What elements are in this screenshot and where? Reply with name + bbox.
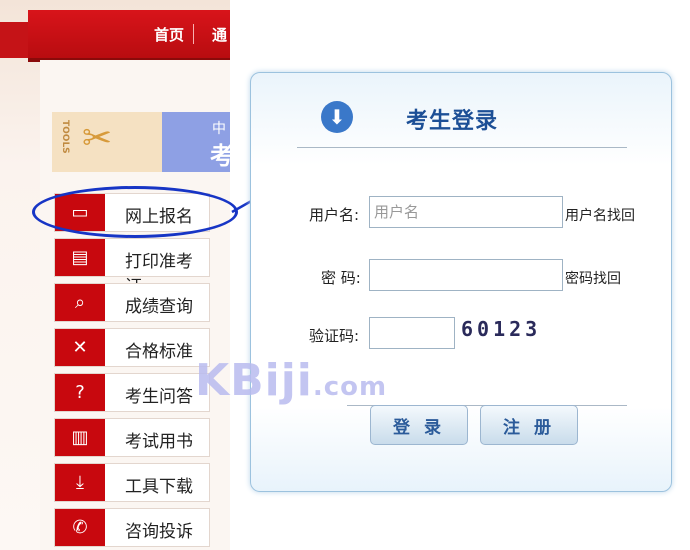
site-watermark: KBiji.com [195,355,387,406]
username-input[interactable] [369,196,563,228]
register-button[interactable]: 注 册 [480,405,578,445]
username-recover-link[interactable]: 用户名找回 [565,205,635,225]
captcha-label: 验证码: [309,327,360,345]
arrow-down-circle-icon: ⬇ [321,101,353,133]
title-divider [297,147,627,148]
login-button[interactable]: 登 录 [370,405,468,445]
captcha-image[interactable]: 60123 [461,317,541,341]
password-input[interactable] [369,259,563,291]
login-title: 考生登录 [406,109,499,134]
password-recover-link[interactable]: 密码找回 [565,268,621,288]
watermark-suffix: .com [312,372,388,402]
password-label: 密 码: [321,269,361,287]
username-label: 用户名: [309,206,360,224]
login-dialog: ⬇ 考生登录 用户名: 用户名找回 密 码: 密码找回 验证码: 60123 登… [250,72,672,492]
captcha-input[interactable] [369,317,455,349]
watermark-main: KBiji [195,355,313,406]
